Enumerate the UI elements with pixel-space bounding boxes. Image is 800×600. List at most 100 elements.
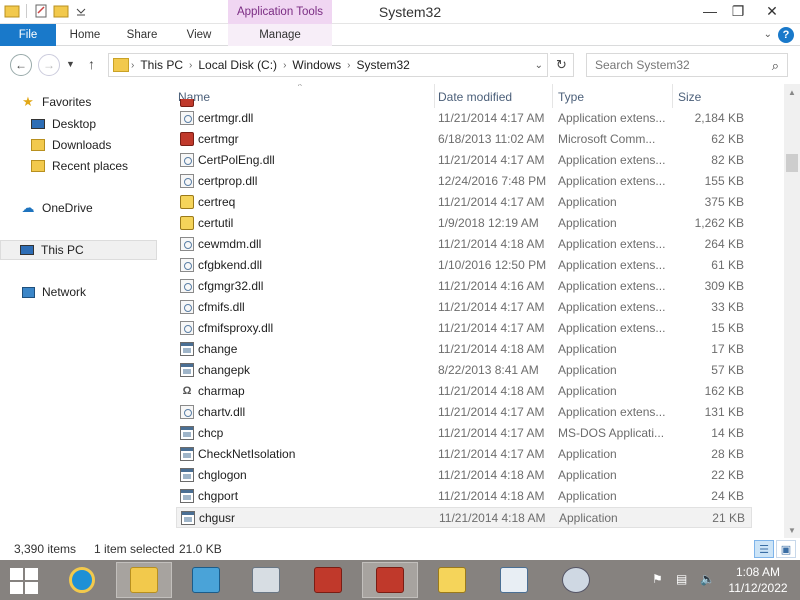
table-row[interactable]: certmgr.dll 11/21/2014 4:17 AM Application…	[176, 108, 752, 129]
volume-muted-icon[interactable]: 🔈	[700, 572, 715, 586]
taskbar-toolbox-2[interactable]	[362, 562, 418, 598]
dll-icon	[180, 405, 194, 419]
scroll-down-icon[interactable]: ▼	[784, 522, 800, 538]
taskbar-calculator[interactable]	[238, 562, 294, 598]
table-row[interactable]: cfmifsproxy.dll 11/21/2014 4:17 AM Applica…	[176, 318, 752, 339]
clock-date: 11/12/2022	[728, 581, 788, 595]
nav-downloads[interactable]: Downloads	[30, 135, 187, 155]
table-row[interactable]: changepk 8/22/2013 8:41 AM Application 57 K…	[176, 360, 752, 381]
action-center-flag-icon[interactable]: ⚑	[652, 572, 663, 586]
nav-onedrive[interactable]: ☁ OneDrive	[20, 198, 177, 218]
desktop-icon	[30, 117, 46, 131]
tab-manage[interactable]: Manage	[228, 24, 332, 46]
file-type: Application	[558, 489, 617, 503]
chevron-right-icon[interactable]: ›	[129, 60, 136, 71]
network-tray-icon[interactable]: ▤	[676, 572, 687, 586]
refresh-button[interactable]: ↻	[550, 53, 574, 77]
address-bar[interactable]: › This PC › Local Disk (C:) › Windows › …	[108, 53, 548, 77]
tab-home[interactable]: Home	[60, 24, 110, 46]
file-type: Application extens...	[558, 153, 666, 167]
up-button[interactable]: ↑	[88, 56, 95, 72]
taskbar-internet-explorer[interactable]	[54, 562, 110, 598]
maximize-button[interactable]: ❐	[722, 0, 754, 22]
system-clock[interactable]: 1:08 AM 11/12/2022	[722, 564, 794, 596]
table-row[interactable]: chartv.dll 11/21/2014 4:17 AM Application …	[176, 402, 752, 423]
file-name: certutil	[198, 216, 234, 230]
table-row[interactable]: Ωcharmap 11/21/2014 4:18 AM Application 162…	[176, 381, 752, 402]
table-row[interactable]: chgusr 11/21/2014 4:18 AM Application 21 KB	[176, 507, 752, 528]
ribbon-tabs: File Home Share View Manage ⌄ ?	[0, 24, 800, 46]
search-input[interactable]: Search System32 ⌕	[586, 53, 788, 77]
file-name: chartv.dll	[198, 405, 246, 419]
table-row[interactable]: chcp 11/21/2014 4:17 AM MS-DOS Applicati..…	[176, 423, 752, 444]
breadcrumb-this-pc[interactable]: This PC	[136, 58, 187, 72]
file-date-modified: 11/21/2014 4:18 AM	[438, 342, 545, 356]
file-type: Microsoft Comm...	[558, 132, 656, 146]
table-row[interactable]: cewmdm.dll 11/21/2014 4:18 AM Application …	[176, 234, 752, 255]
item-count: 3,390 items	[14, 542, 77, 556]
close-button[interactable]: ✕	[756, 0, 788, 22]
table-row[interactable]: cfmifs.dll 11/21/2014 4:17 AM Application …	[176, 297, 752, 318]
nav-desktop[interactable]: Desktop	[30, 114, 187, 134]
nav-favorites[interactable]: ★ Favorites	[20, 92, 177, 112]
taskbar-file-explorer[interactable]	[116, 562, 172, 598]
scroll-up-icon[interactable]: ▲	[784, 84, 800, 100]
back-button[interactable]: ←	[10, 54, 32, 76]
file-date-modified: 11/21/2014 4:18 AM	[438, 384, 545, 398]
tab-file[interactable]: File	[0, 24, 56, 46]
recent-places-icon	[30, 159, 46, 173]
table-row[interactable]: CheckNetIsolation 11/21/2014 4:17 AM Appli…	[176, 444, 752, 465]
file-name: charmap	[198, 384, 245, 398]
tab-view[interactable]: View	[174, 24, 224, 46]
table-row[interactable]: chglogon 11/21/2014 4:18 AM Application 22 …	[176, 465, 752, 486]
large-icons-view-button[interactable]: ▣	[776, 540, 796, 558]
table-row[interactable]: cfgbkend.dll 1/10/2016 12:50 PM Applicatio…	[176, 255, 752, 276]
table-row[interactable]: certreq 11/21/2014 4:17 AM Application 375 …	[176, 192, 752, 213]
forward-button[interactable]: →	[38, 54, 60, 76]
scrollbar-thumb[interactable]	[786, 154, 798, 172]
help-icon[interactable]: ?	[778, 27, 794, 43]
taskbar-toolbox-1[interactable]	[300, 562, 356, 598]
expand-ribbon-icon[interactable]: ⌄	[764, 29, 772, 40]
recent-locations-dropdown[interactable]: ▼	[66, 59, 75, 69]
tab-share[interactable]: Share	[116, 24, 168, 46]
chevron-right-icon[interactable]: ›	[187, 60, 194, 71]
taskbar-registry-editor[interactable]	[178, 562, 234, 598]
breadcrumb-windows[interactable]: Windows	[288, 58, 345, 72]
table-row[interactable]: certprop.dll 12/24/2016 7:48 PM Applicatio…	[176, 171, 752, 192]
table-row[interactable]: certmgr 6/18/2013 11:02 AM Microsoft Comm.…	[176, 129, 752, 150]
navigation-pane: ★ Favorites Desktop Downloads Recent pla…	[0, 84, 170, 538]
file-size: 61 KB	[711, 258, 744, 272]
table-row[interactable]: cfgmgr32.dll 11/21/2014 4:16 AM Applicatio…	[176, 276, 752, 297]
file-type: Application extens...	[558, 300, 666, 314]
breadcrumb-system32[interactable]: System32	[352, 58, 413, 72]
table-row[interactable]: certutil 1/9/2018 12:19 AM Application 1,26…	[176, 213, 752, 234]
search-icon[interactable]: ⌕	[772, 58, 779, 74]
nav-this-pc[interactable]: This PC	[0, 240, 157, 260]
dll-icon	[180, 237, 194, 251]
window-title: System32	[378, 4, 442, 20]
chevron-right-icon[interactable]: ›	[345, 60, 352, 71]
nav-downloads-label: Downloads	[52, 138, 112, 152]
vertical-scrollbar[interactable]: ▲ ▼	[784, 84, 800, 538]
file-size: 309 KB	[704, 279, 744, 293]
breadcrumb-local-disk[interactable]: Local Disk (C:)	[194, 58, 281, 72]
table-row[interactable]: CertPolEng.dll 11/21/2014 4:17 AM Applicat…	[176, 150, 752, 171]
file-size: 131 KB	[704, 405, 744, 419]
table-row[interactable]: change 11/21/2014 4:18 AM Application 17 KB	[176, 339, 752, 360]
file-size: 375 KB	[704, 195, 744, 209]
nav-network[interactable]: Network	[20, 282, 177, 302]
chevron-right-icon[interactable]: ›	[281, 60, 288, 71]
address-dropdown-icon[interactable]: ⌄	[535, 60, 543, 71]
file-size: 82 KB	[711, 153, 744, 167]
details-view-button[interactable]: ☰	[754, 540, 774, 558]
taskbar-powershell[interactable]	[548, 562, 604, 598]
taskbar-window-app[interactable]	[486, 562, 542, 598]
start-button[interactable]	[6, 566, 40, 594]
table-row-partial[interactable]	[176, 99, 752, 107]
table-row[interactable]: chgport 11/21/2014 4:18 AM Application 24 K…	[176, 486, 752, 507]
nav-recent-places[interactable]: Recent places	[30, 156, 187, 176]
app-icon	[180, 342, 194, 356]
file-name: cewmdm.dll	[198, 237, 262, 251]
taskbar-key-app[interactable]	[424, 562, 480, 598]
